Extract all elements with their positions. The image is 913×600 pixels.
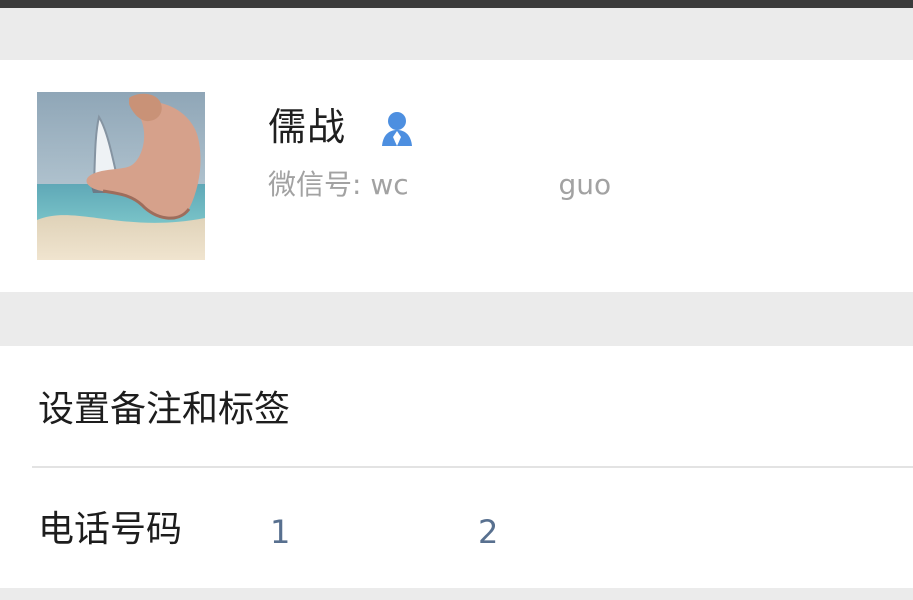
avatar[interactable] [37, 92, 205, 260]
wechat-id-redaction [417, 171, 550, 201]
phone-number-end[interactable]: 2 [478, 510, 498, 554]
wechat-id-line: 微信号: wc guo [268, 164, 611, 206]
set-remark-tags-row[interactable]: 设置备注和标签 [0, 350, 913, 468]
bottom-gap [0, 588, 913, 600]
wechat-id-label: 微信号: [268, 168, 362, 201]
contact-name: 儒战 [268, 105, 347, 149]
wechat-id-end: guo [558, 168, 612, 201]
phone-number-row[interactable]: 电话号码 1 2 [0, 470, 913, 588]
row-divider [32, 466, 913, 468]
phone-number-label: 电话号码 [38, 509, 183, 550]
wechat-id-start: wc [370, 168, 409, 201]
top-status-bar [0, 0, 913, 8]
person-icon [382, 112, 412, 146]
top-gap [0, 8, 913, 60]
phone-number-start[interactable]: 1 [270, 510, 290, 554]
section-gap [0, 292, 913, 346]
set-remark-tags-label: 设置备注和标签 [38, 389, 291, 430]
